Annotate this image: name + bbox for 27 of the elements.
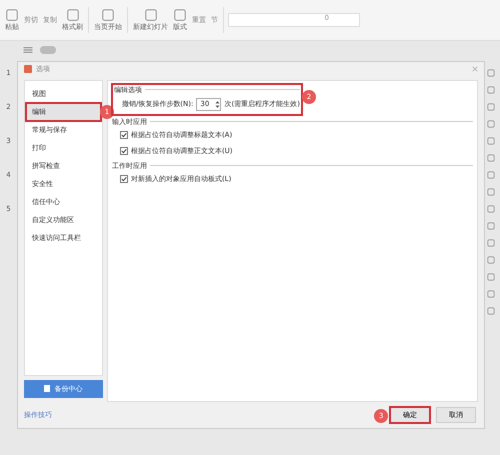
tool-icon[interactable]	[487, 256, 496, 264]
tool-icon[interactable]	[487, 290, 496, 298]
tool-icon	[173, 8, 187, 22]
tool-icon	[66, 8, 80, 22]
tool-icon[interactable]	[487, 69, 496, 77]
tool-icon	[101, 8, 115, 22]
tool-icon[interactable]	[487, 307, 496, 315]
tool-icon[interactable]	[487, 222, 496, 230]
outline-icon[interactable]	[22, 46, 34, 54]
tool-icon	[144, 8, 158, 22]
checkbox-icon[interactable]	[120, 174, 128, 183]
tool-icon[interactable]	[487, 86, 496, 94]
tool-icon[interactable]	[487, 171, 496, 179]
tool-icon	[5, 8, 19, 22]
checkbox-icon[interactable]	[120, 146, 128, 155]
tool-icon[interactable]	[487, 188, 496, 196]
tool-icon[interactable]	[487, 273, 496, 281]
close-icon[interactable]	[472, 66, 478, 72]
tool-icon[interactable]	[487, 103, 496, 111]
tool-icon[interactable]	[487, 205, 496, 213]
tool-icon[interactable]	[487, 137, 496, 145]
tool-icon[interactable]	[487, 239, 496, 247]
tool-icon[interactable]	[487, 120, 496, 128]
app-logo-icon	[24, 64, 32, 73]
spin-arrows-icon[interactable]	[215, 100, 220, 109]
tool-icon[interactable]	[487, 154, 496, 162]
checkbox-icon[interactable]	[120, 130, 128, 139]
